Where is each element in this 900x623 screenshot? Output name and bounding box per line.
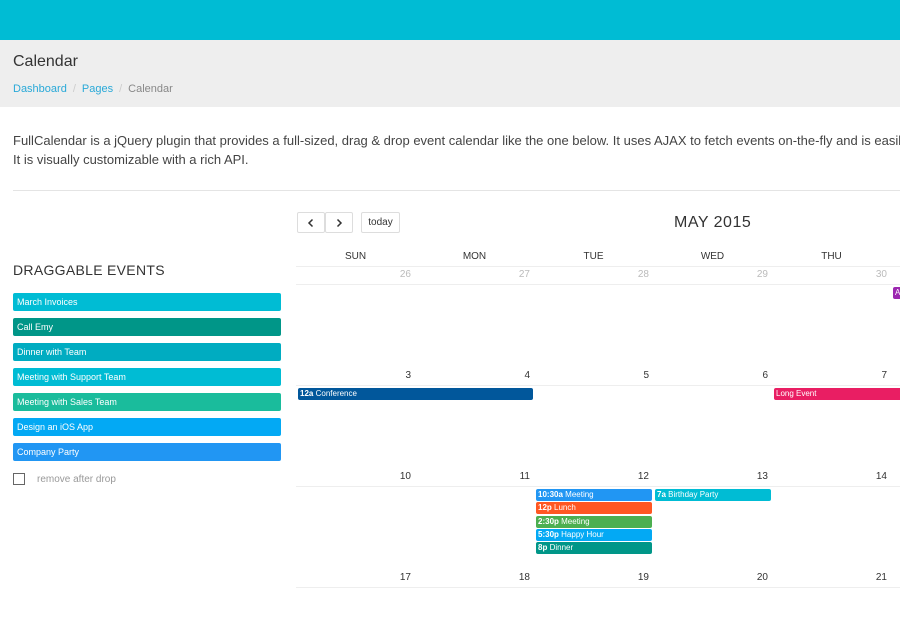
day-of-week-header: THU (821, 251, 842, 262)
month-title: MAY 2015 (674, 214, 752, 231)
grid-line (296, 385, 900, 386)
event-time: 12a (300, 389, 314, 398)
day-number[interactable]: 26 (296, 269, 415, 280)
event-title: Meeting (561, 516, 590, 526)
breadcrumb-current: Calendar (128, 83, 173, 95)
draggable-event-item[interactable]: Design an iOS App (13, 418, 281, 436)
grid-line (296, 284, 900, 285)
chevron-left-icon (307, 218, 314, 227)
calendar-event[interactable]: 7a Birthday Party (655, 489, 771, 501)
draggable-events-list: March Invoices Call Emy Dinner with Team Me… (13, 293, 281, 468)
next-month-button[interactable] (325, 212, 353, 233)
calendar-event[interactable]: A (893, 287, 900, 299)
day-number[interactable]: 4 (415, 370, 534, 381)
day-number[interactable]: 27 (415, 269, 534, 280)
draggable-event-item[interactable]: Meeting with Support Team (13, 368, 281, 386)
day-number[interactable]: 13 (653, 471, 772, 482)
day-number[interactable]: 12 (534, 471, 653, 482)
event-title: Dinner (549, 543, 574, 553)
day-of-week-header: TUE (583, 251, 604, 262)
event-time: 12p (538, 503, 552, 513)
calendar-event[interactable]: 2:30p Meeting (536, 515, 652, 528)
day-number[interactable]: 19 (534, 572, 653, 583)
draggable-event-item[interactable]: Dinner with Team (13, 343, 281, 361)
grid-line (296, 486, 900, 487)
day-of-week-header: SUN (344, 251, 367, 262)
event-time: 8p (538, 543, 548, 553)
event-time: 10:30a (538, 490, 563, 499)
event-title: Happy Hour (561, 529, 604, 539)
event-title: A (895, 288, 900, 297)
event-title: Lunch (554, 503, 576, 513)
day-of-week-header: WED (700, 251, 725, 262)
breadcrumb-separator: / (72, 83, 76, 95)
day-number[interactable]: 7 (772, 370, 891, 381)
intro-line-2: It is visually customizable with a rich … (13, 152, 249, 167)
page-header: Calendar Dashboard / Pages / Calendar (0, 40, 900, 107)
event-title: Birthday Party (668, 490, 719, 499)
draggable-events-title: DRAGGABLE EVENTS (13, 262, 165, 278)
page-title: Calendar (13, 53, 78, 70)
divider (13, 190, 900, 191)
draggable-event-item[interactable]: Meeting with Sales Team (13, 393, 281, 411)
day-number[interactable]: 21 (772, 572, 891, 583)
remove-after-drop-checkbox[interactable] (13, 473, 25, 485)
day-number[interactable]: 18 (415, 572, 534, 583)
event-time: 5:30p (538, 529, 559, 539)
day-number[interactable]: 17 (296, 572, 415, 583)
intro-line-1: FullCalendar is a jQuery plugin that pro… (13, 133, 900, 148)
calendar-event[interactable]: Long Event (774, 388, 900, 400)
day-number[interactable]: 28 (534, 269, 653, 280)
day-number[interactable]: 3 (296, 370, 415, 381)
breadcrumb-dashboard[interactable]: Dashboard (13, 83, 67, 95)
event-time: 7a (657, 490, 666, 499)
draggable-event-item[interactable]: March Invoices (13, 293, 281, 311)
day-number[interactable]: 5 (534, 370, 653, 381)
grid-line (296, 587, 900, 588)
event-title: Long Event (776, 389, 817, 398)
event-time: 2:30p (538, 516, 559, 526)
day-number[interactable]: 30 (772, 269, 891, 280)
day-number[interactable]: 14 (772, 471, 891, 482)
draggable-event-item[interactable]: Company Party (13, 443, 281, 461)
breadcrumb-pages[interactable]: Pages (82, 83, 113, 95)
event-title: Conference (315, 389, 357, 398)
day-number[interactable]: 20 (653, 572, 772, 583)
breadcrumb: Dashboard / Pages / Calendar (13, 83, 173, 95)
draggable-event-item[interactable]: Call Emy (13, 318, 281, 336)
calendar-event[interactable]: 5:30p Happy Hour (536, 528, 652, 541)
day-number[interactable]: 29 (653, 269, 772, 280)
day-of-week-header: MON (462, 251, 487, 262)
today-button[interactable]: today (361, 212, 400, 233)
day-number[interactable]: 10 (296, 471, 415, 482)
day-number[interactable]: 11 (415, 471, 534, 482)
top-navbar (0, 0, 900, 40)
chevron-right-icon (336, 218, 343, 227)
calendar-grid: SUN MON TUE WED THU 26 27 28 29 30 3 4 5 6 7 10 11 12 13 1… (296, 250, 900, 623)
calendar-event[interactable]: 8p Dinner (536, 542, 652, 555)
breadcrumb-separator: / (119, 83, 123, 95)
remove-after-drop-label: remove after drop (37, 473, 116, 485)
intro-text: FullCalendar is a jQuery plugin that pro… (13, 131, 900, 169)
calendar-event[interactable]: 12a Conference (298, 388, 533, 400)
calendar-event[interactable]: 10:30a Meeting (536, 489, 652, 501)
day-number[interactable]: 6 (653, 370, 772, 381)
event-title: Meeting (565, 490, 594, 499)
calendar-event[interactable]: 12p Lunch (536, 502, 652, 515)
prev-month-button[interactable] (297, 212, 325, 233)
remove-after-drop-option[interactable]: remove after drop (13, 473, 116, 485)
days-of-week-header: SUN MON TUE WED THU (296, 250, 900, 266)
grid-line (296, 266, 900, 267)
